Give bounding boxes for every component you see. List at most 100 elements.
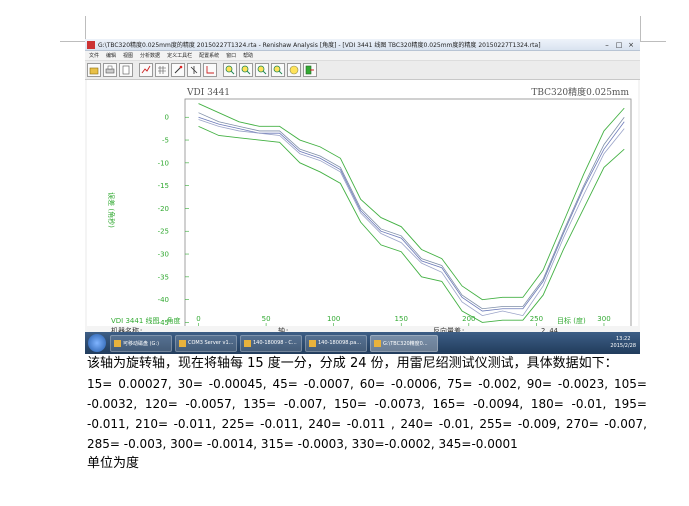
y-axis-label: 误差 (角秒) [107,192,116,228]
measurement-value: 105= [613,377,647,391]
unit-line: 单位为度 [87,456,140,471]
measurement-value: 165= -0.0094, [432,397,524,411]
series-line [198,119,625,317]
measurement-value: 30= -0.00045, [177,377,267,391]
taskbar-item[interactable]: 140-180098.pa... [305,334,367,352]
measurement-value: -0.007, [604,417,647,431]
measurement-value: 90= -0.0023, [526,377,609,391]
y-tick-label: -30 [158,251,169,259]
measurement-value: 120= -0.0057, [144,397,236,411]
measurement-value: 240= -0.01, [400,417,474,431]
measurement-value: 345=-0.0001 [438,437,518,451]
taskbar: 可移动磁盘 (G:) COM3 Server v1... 140-180098 … [85,332,640,354]
measurement-values: 15= 0.00027, 30= -0.00045, 45= -0.0007, … [87,374,647,454]
series-line [198,125,625,323]
clock-time: 13:22 [615,336,631,342]
app-icon [87,40,95,49]
measurement-value: 240= -0.011 , [308,417,395,431]
print-icon[interactable] [103,63,117,77]
measurement-value: 270= [565,417,599,431]
zoom-window-icon[interactable] [271,63,285,77]
taskbar-item[interactable]: G:\TBC320精度0... [370,334,438,352]
close-icon[interactable]: × [626,41,636,49]
grid-icon[interactable] [155,63,169,77]
embedded-screenshot: G:\TBC320精度0.025mm度的精度 20150227T1324.rta… [85,39,640,354]
margin-horizontal-right [640,41,666,42]
chart-icon[interactable] [139,63,153,77]
measurement-value: 210= -0.011, [135,417,217,431]
menu-item-window[interactable]: 窗口 [226,52,236,59]
menu-item-help[interactable]: 帮助 [243,52,253,59]
chart-machine-label: TBC320精度0.025mm [531,86,629,98]
x-tick-label: 150 [395,315,408,323]
y-tick-label: -40 [158,296,169,304]
menu-bar: 文件 编辑 视图 分析数据 定义工具栏 配置系统 窗口 帮助 [85,51,640,61]
measurement-value: -0.011, [87,417,130,431]
tool-icon[interactable] [187,63,201,77]
measurement-value: 15= 0.00027, [87,377,172,391]
menu-item-view[interactable]: 视图 [123,52,133,59]
x-tick-label: 50 [262,315,271,323]
open-icon[interactable] [87,63,101,77]
measurement-value: 150= -0.0073, [334,397,425,411]
document-body: 该轴为旋转轴，现在将轴每 15 度一分，分成 24 份，用雷尼绍测试仪测试，具体… [87,354,647,474]
measurement-value: 285= -0.003, [87,437,167,451]
measurement-value: 135= -0.007, [243,397,327,411]
maximize-icon[interactable]: □ [614,41,624,49]
menu-item-edit[interactable]: 编辑 [106,52,116,59]
y-tick-label: -45 [158,319,169,326]
zoom-out-icon[interactable] [239,63,253,77]
measurement-value: 75= -0.002, [447,377,521,391]
x-tick-label: 100 [327,315,340,323]
description-paragraph: 该轴为旋转轴，现在将轴每 15 度一分，分成 24 份，用雷尼绍测试仪测试，具体… [87,356,618,371]
zoom-fit-icon[interactable] [255,63,269,77]
x-tick-label: 200 [462,315,475,323]
x-tick-label: 0 [196,315,200,323]
window-title: G:\TBC320精度0.025mm度的精度 20150227T1324.rta… [98,42,541,49]
chart-caption: VDI 3441 线图 - 角度 [111,316,180,325]
plot-frame [184,98,632,326]
chart-standard-label: VDI 3441 [186,88,230,98]
measurement-value: 330=-0.0002, [351,437,435,451]
help-icon[interactable] [287,63,301,77]
start-button[interactable] [88,334,106,352]
measurement-value: 300= -0.0014, [170,437,258,451]
taskbar-item[interactable]: 140-180098 - C... [240,334,302,352]
plot-area: VDI 3441 TBC320精度0.025mm 误差 (角秒) VDI 344… [87,80,638,354]
y-tick-label: 0 [165,114,169,122]
measurement-value: 45= -0.0007, [272,377,354,391]
minimize-icon[interactable]: – [602,41,612,49]
y-tick-label: -25 [158,228,169,236]
y-tick-label: -5 [162,137,169,145]
print-preview-icon[interactable] [119,63,133,77]
menu-item-toolbar[interactable]: 定义工具栏 [167,52,192,59]
y-tick-label: -20 [158,205,169,213]
axis-icon[interactable] [203,63,217,77]
zoom-in-icon[interactable] [223,63,237,77]
menu-item-analyze[interactable]: 分析数据 [140,52,160,59]
taskbar-item[interactable]: 可移动磁盘 (G:) [110,334,172,352]
taskbar-clock[interactable]: 13:22 2015/2/28 [610,336,640,350]
menu-item-config[interactable]: 配置系统 [199,52,219,59]
toolbar [85,61,640,80]
x-tick-label: 250 [530,315,543,323]
wand-icon[interactable] [171,63,185,77]
window-titlebar: G:\TBC320精度0.025mm度的精度 20150227T1324.rta… [85,39,640,51]
series-line [198,112,625,310]
exit-icon[interactable] [303,63,317,77]
menu-item-file[interactable]: 文件 [89,52,99,59]
x-tick-label: 300 [597,315,610,323]
measurement-value: 225= -0.011, [221,417,303,431]
measurement-value: 180= -0.01, [530,397,607,411]
measurement-value: -0.0032, [87,397,138,411]
y-tick-label: -10 [158,159,169,167]
taskbar-item[interactable]: COM3 Server v1... [175,334,237,352]
measurement-value: 195= [614,397,647,411]
series-line [198,116,625,312]
clock-date: 2015/2/28 [610,343,636,349]
measurement-value: 60= -0.0006, [359,377,442,391]
measurement-value: 255= -0.009, [479,417,561,431]
chart: VDI 3441 TBC320精度0.025mm 误差 (角秒) VDI 344… [107,86,632,326]
x-axis-label: 目标 (度) [557,316,586,325]
margin-horizontal-left [60,41,86,42]
